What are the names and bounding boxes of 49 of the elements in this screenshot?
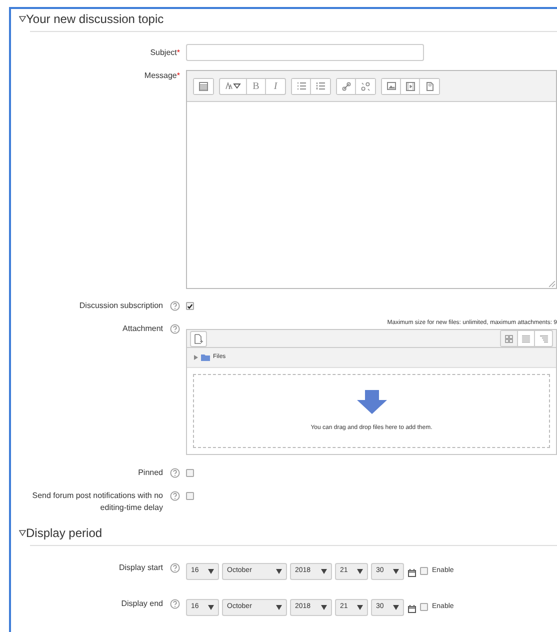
field-label: Pinned — [138, 467, 163, 479]
dropdown-arrow-icon — [208, 568, 214, 574]
help-icon[interactable] — [170, 324, 180, 334]
collapse-icon[interactable] — [19, 16, 26, 22]
dropdown-arrow-icon — [208, 604, 214, 610]
toolbar-toggle-icon[interactable] — [194, 78, 213, 94]
link-icon[interactable] — [337, 78, 356, 94]
expand-arrow-icon[interactable] — [194, 355, 198, 360]
dropdown-arrow-icon — [321, 604, 327, 610]
section-title[interactable]: Display period — [26, 525, 102, 541]
checkbox[interactable] — [186, 492, 194, 500]
checkbox[interactable] — [186, 302, 194, 310]
field-label: Send forum post notifications with no editing-time delay — [31, 490, 163, 514]
help-icon[interactable] — [170, 491, 180, 501]
checkbox[interactable] — [420, 603, 428, 611]
section-title[interactable]: Your new discussion topic — [26, 11, 164, 27]
help-icon[interactable] — [170, 563, 180, 573]
dropdown-arrow-icon — [321, 568, 327, 574]
image-icon[interactable] — [382, 78, 401, 94]
dropdown-arrow-icon — [393, 568, 399, 574]
dropdown-arrow-icon — [357, 604, 363, 610]
help-icon[interactable] — [170, 301, 180, 311]
calendar-icon[interactable] — [408, 569, 416, 577]
field-label: Discussion subscription — [79, 300, 163, 312]
field-label: Attachment — [122, 323, 163, 335]
add-file-icon — [194, 334, 203, 344]
italic-button[interactable]: I — [266, 78, 285, 94]
grid-view-icon[interactable] — [501, 331, 518, 346]
field-label: Display end — [121, 598, 163, 610]
collapse-icon[interactable] — [19, 530, 26, 536]
checkbox[interactable] — [420, 567, 428, 575]
checkbox[interactable] — [186, 469, 194, 477]
dropdown-arrow-icon — [357, 568, 363, 574]
dropdown-arrow-icon — [276, 568, 282, 574]
dropdown-arrow-icon — [393, 604, 399, 610]
calendar-icon[interactable] — [408, 605, 416, 613]
resize-handle-icon[interactable] — [549, 281, 555, 287]
add-file-button[interactable] — [190, 330, 207, 346]
field-label: Display start — [118, 562, 163, 574]
help-icon[interactable] — [170, 599, 180, 609]
field-label: Message* — [144, 70, 180, 82]
dropdown-arrow-icon — [276, 604, 282, 610]
bullet-list-icon[interactable] — [292, 78, 311, 94]
folder-icon — [201, 354, 210, 361]
down-arrow-icon — [356, 390, 386, 414]
field-label: Subject* — [150, 47, 180, 59]
bold-button[interactable]: B — [247, 78, 266, 94]
subject-field[interactable] — [186, 44, 424, 61]
help-icon[interactable] — [170, 468, 180, 478]
